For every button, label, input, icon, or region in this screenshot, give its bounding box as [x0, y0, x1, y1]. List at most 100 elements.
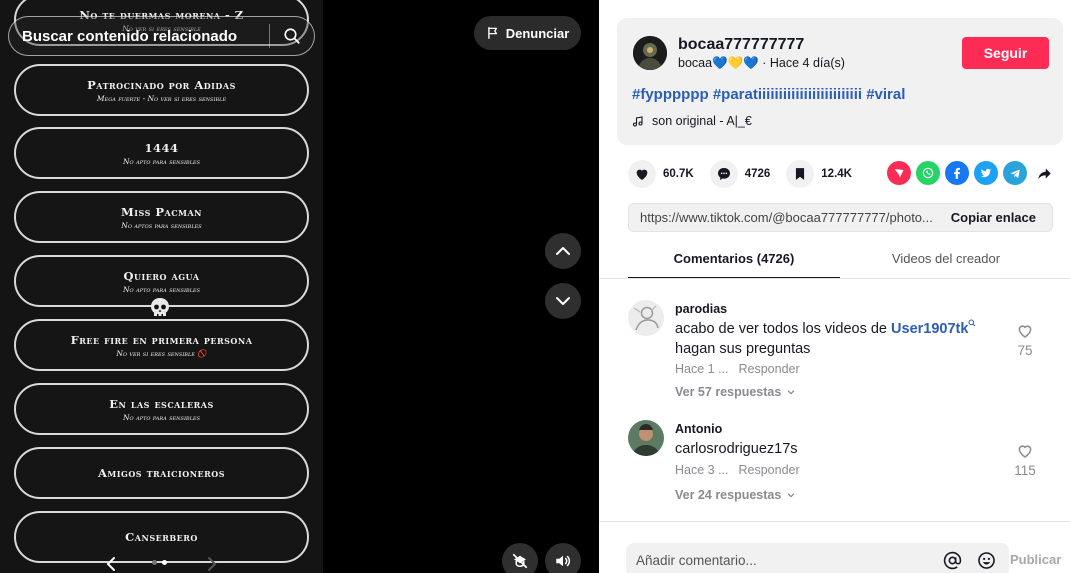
pill-item: 1444 No apto para sensibles [14, 127, 309, 179]
share-telegram-button[interactable] [1003, 161, 1027, 185]
commenter-username[interactable]: Antonio [675, 422, 722, 436]
music-note-icon [632, 115, 643, 127]
pip-off-icon [512, 553, 528, 569]
comment-like-count: 115 [1014, 463, 1036, 478]
volume-button[interactable] [545, 543, 581, 573]
copy-link-button[interactable]: Copiar enlace [939, 210, 1052, 225]
tab-creator-videos[interactable]: Videos del creador [840, 241, 1052, 279]
photo-slide: No te duermas morena - Z No ver si eres … [0, 0, 323, 573]
pill-subtitle: No apto para sensibles [122, 156, 201, 166]
commenter-username[interactable]: parodias [675, 302, 727, 316]
heart-outline-icon [1018, 325, 1032, 338]
author-avatar[interactable] [633, 36, 667, 70]
save-count: 12.4K [821, 168, 852, 180]
comment-text-after: hagan sus preguntas [675, 341, 811, 357]
pill-subtitle: No apto para sensibles [122, 412, 201, 422]
pill-subtitle: No apto para sensibles [122, 284, 201, 294]
chevron-down-icon [787, 390, 795, 395]
mention-button[interactable] [941, 549, 963, 571]
post-sound[interactable]: son original - A|_€ [632, 114, 752, 128]
view-replies-button[interactable]: Ver 57 respuestas [675, 385, 796, 399]
comment-icon [717, 168, 730, 180]
tab-comments[interactable]: Comentarios (4726) [628, 241, 840, 279]
avatar-image-icon [628, 420, 664, 456]
share-whatsapp-button[interactable] [916, 161, 940, 185]
view-replies-button[interactable]: Ver 24 respuestas [675, 488, 796, 502]
author-username[interactable]: bocaa777777777 [678, 36, 804, 54]
search-input[interactable]: Buscar contenido relacionado [9, 28, 269, 45]
share-arrow-icon [1037, 168, 1051, 179]
save-button[interactable] [786, 160, 815, 188]
comment-mention[interactable]: User1907tk [891, 321, 968, 337]
comment-like[interactable]: 115 [1010, 442, 1040, 478]
pill-title: Free fire en primera persona [70, 332, 253, 347]
share-more-button[interactable] [1032, 161, 1056, 185]
whatsapp-icon [922, 167, 934, 179]
comment-item: parodias acabo de ver todos los videos d… [628, 300, 1058, 410]
comment-text: acabo de ver todos los videos de User190… [675, 319, 1015, 359]
action-bar: 60.7K 4726 12.4K [628, 160, 868, 188]
comment-item: Antonio carlosrodriguez17s Hace 3 ... Res… [628, 420, 1058, 515]
copy-link-box: https://www.tiktok.com/@bocaa777777777/p… [628, 203, 1053, 232]
volume-icon [556, 555, 571, 567]
related-search-bar[interactable]: Buscar contenido relacionado [8, 16, 315, 56]
chevron-up-icon [556, 247, 570, 255]
commenter-avatar[interactable] [628, 300, 664, 336]
comment-text: carlosrodriguez17s [675, 439, 1015, 459]
avatar-image-icon [633, 36, 667, 70]
previous-video-button[interactable] [545, 233, 581, 269]
pill-title: En las escaleras [109, 396, 214, 411]
video-player[interactable]: No te duermas morena - Z No ver si eres … [0, 0, 599, 573]
tabs-divider [599, 278, 1070, 279]
telegram-icon [1010, 168, 1020, 178]
at-sign-icon [943, 551, 961, 569]
comment-action[interactable]: 4726 [709, 160, 770, 188]
publish-button[interactable]: Publicar [1010, 552, 1061, 567]
comment-input[interactable]: Añadir comentario... [626, 553, 941, 568]
like-button[interactable] [628, 160, 656, 188]
carousel-prev-arrow[interactable] [104, 555, 118, 573]
heart-outline-icon [1018, 445, 1032, 458]
share-twitter-button[interactable] [974, 161, 998, 185]
pill-title: 1444 [144, 140, 179, 155]
pill-title: Canserbero [125, 530, 198, 544]
floating-player-button[interactable] [502, 543, 538, 573]
comment-like[interactable]: 75 [1010, 322, 1040, 358]
share-facebook-button[interactable] [945, 161, 969, 185]
post-hashtags[interactable]: #fypppppp #paratiiiiiiiiiiiiiiiiiiiiiiii… [632, 86, 905, 103]
pill-item: En las escaleras No apto para sensibles [14, 383, 309, 435]
pill-item: Amigos traicioneros [14, 447, 309, 499]
comment-input-box[interactable]: Añadir comentario... [626, 543, 1009, 573]
search-button[interactable] [270, 16, 314, 56]
bookmark-icon [796, 168, 805, 180]
share-pin-button[interactable] [887, 161, 911, 185]
emoji-button[interactable] [975, 549, 997, 571]
comment-text-before: acabo de ver todos los videos de [675, 321, 892, 337]
author-card: bocaa777777777 bocaa💙💛💙 · Hace 4 día(s) … [617, 18, 1063, 145]
like-count: 60.7K [663, 168, 694, 180]
follow-button[interactable]: Seguir [962, 37, 1049, 69]
comment-time: Hace 3 ... [675, 463, 729, 477]
carousel-dot-active[interactable] [162, 560, 167, 565]
reply-button[interactable]: Responder [739, 362, 800, 376]
comment-button[interactable] [709, 160, 738, 188]
save-action[interactable]: 12.4K [786, 160, 852, 188]
pill-subtitle: No ver si eres sensible 🚫 [116, 348, 207, 358]
post-url[interactable]: https://www.tiktok.com/@bocaa777777777/p… [629, 210, 939, 225]
reply-button[interactable]: Responder [739, 463, 800, 477]
commenter-avatar[interactable] [628, 420, 664, 456]
footer-divider [599, 521, 1070, 522]
report-button[interactable]: Denunciar [474, 16, 581, 50]
panel-tabs: Comentarios (4726) Videos del creador [628, 241, 1070, 279]
carousel-next-arrow[interactable] [205, 555, 219, 573]
pin-icon [894, 169, 904, 178]
like-action[interactable]: 60.7K [628, 160, 694, 188]
app-root: No te duermas morena - Z No ver si eres … [0, 0, 1070, 573]
pill-title: Patrocinado por Adidas [87, 77, 236, 92]
pill-subtitle: No aptos para sensibles [121, 220, 202, 230]
next-video-button[interactable] [545, 283, 581, 319]
carousel-dot[interactable] [152, 560, 157, 565]
comment-meta: Hace 1 ... Responder [675, 362, 800, 376]
search-icon[interactable] [968, 319, 976, 327]
pill-title: Quiero agua [123, 268, 200, 283]
